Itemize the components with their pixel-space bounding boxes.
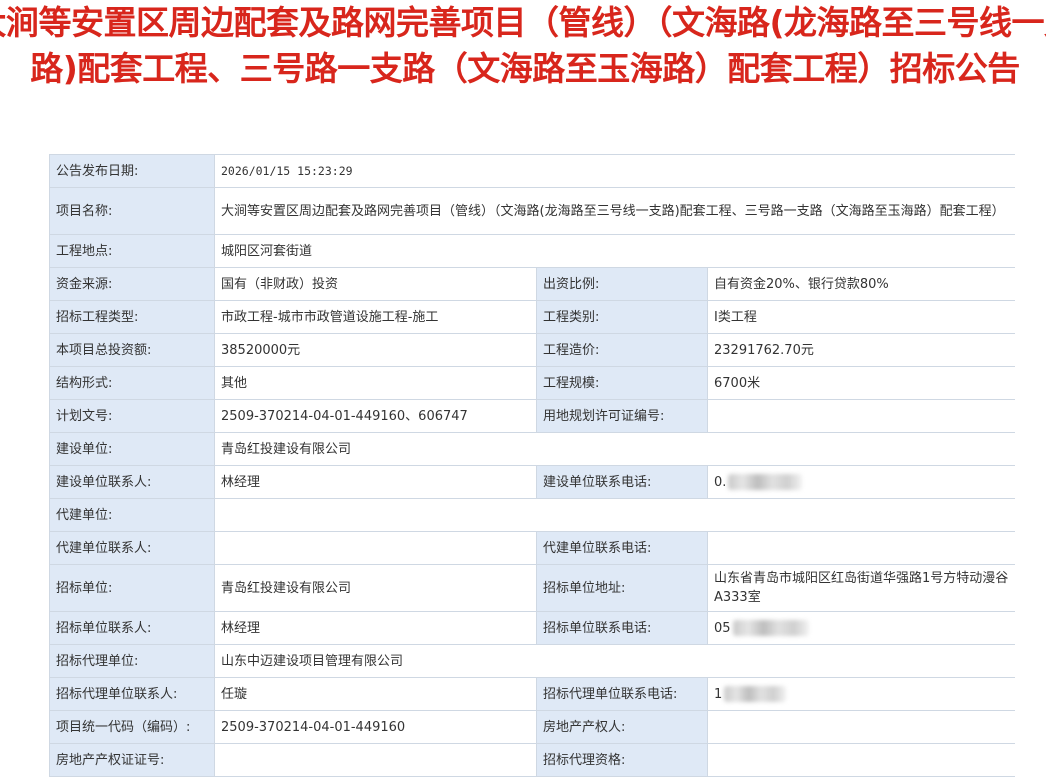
field-label: 招标代理单位: [49,644,215,678]
field-value: 05 [707,611,1015,645]
field-value: 1 [707,677,1015,711]
field-label: 项目统一代码（编码）: [49,710,215,744]
field-label: 资金来源: [49,267,215,301]
field-label: 建设单位: [49,432,215,466]
field-value: 2026/01/15 15:23:29 [214,154,1015,188]
field-value: 国有（非财政）投资 [214,267,537,301]
field-value: 2509-370214-04-01-449160 [214,710,537,744]
field-label: 代建单位: [49,498,215,532]
table-row: 公告发布日期: 2026/01/15 15:23:29 [49,154,1015,188]
redacted-phone-blur [724,686,787,702]
field-value: 城阳区河套街道 [214,234,1015,268]
field-label: 计划文号: [49,399,215,433]
field-label: 代建单位联系人: [49,531,215,565]
table-row: 计划文号: 2509-370214-04-01-449160、606747 用地规划… [49,399,1015,433]
phone-prefix: 05 [714,620,731,636]
field-label: 建设单位联系电话: [536,465,708,499]
table-row: 招标代理单位联系人: 任璇 招标代理单位联系电话: 1 [49,677,1015,711]
table-row: 结构形式: 其他 工程规模: 6700米 [49,366,1015,400]
field-value: 林经理 [214,611,537,645]
field-value [707,710,1015,744]
field-label: 项目名称: [49,187,215,235]
redacted-phone-blur [728,474,803,490]
phone-prefix: 0. [714,474,727,490]
field-value [214,743,537,777]
field-value: 大涧等安置区周边配套及路网完善项目（管线）（文海路(龙海路至三号线一支路)配套工… [214,187,1015,235]
field-label: 工程类别: [536,300,708,334]
table-row: 项目统一代码（编码）: 2509-370214-04-01-449160 房地产产权… [49,710,1015,744]
field-value: Ⅰ类工程 [707,300,1015,334]
field-label: 工程造价: [536,333,708,367]
field-value [707,399,1015,433]
notice-table: 公告发布日期: 2026/01/15 15:23:29 项目名称: 大涧等安置区周边配… [49,154,1015,777]
field-value: 2509-370214-04-01-449160、606747 [214,399,537,433]
table-row: 招标工程类型: 市政工程-城市市政管道设施工程-施工 工程类别: Ⅰ类工程 [49,300,1015,334]
field-value [214,531,537,565]
field-label: 招标代理单位联系电话: [536,677,708,711]
field-value: 山东省青岛市城阳区红岛街道华强路1号方特动漫谷A333室 [707,564,1015,612]
field-label: 招标工程类型: [49,300,215,334]
table-row: 资金来源: 国有（非财政）投资 出资比例: 自有资金20%、银行贷款80% [49,267,1015,301]
field-value: 0. [707,465,1015,499]
table-row: 招标代理单位: 山东中迈建设项目管理有限公司 [49,644,1015,678]
table-row: 招标单位: 青岛红投建设有限公司 招标单位地址: 山东省青岛市城阳区红岛街道华强路1号… [49,564,1015,612]
table-row: 代建单位: [49,498,1015,532]
field-value: 自有资金20%、银行贷款80% [707,267,1015,301]
field-label: 房地产产权人: [536,710,708,744]
field-value: 其他 [214,366,537,400]
field-label: 招标单位联系电话: [536,611,708,645]
field-label: 用地规划许可证编号: [536,399,708,433]
field-value: 23291762.70元 [707,333,1015,367]
field-label: 招标代理资格: [536,743,708,777]
field-value: 任璇 [214,677,537,711]
table-row: 工程地点: 城阳区河套街道 [49,234,1015,268]
page-title: 大涧等安置区周边配套及路网完善项目（管线）（文海路(龙海路至三号线一支路)配套工… [0,3,1046,88]
redacted-phone-blur [732,620,809,636]
field-label: 代建单位联系电话: [536,531,708,565]
field-label: 本项目总投资额: [49,333,215,367]
field-value: 38520000元 [214,333,537,367]
field-label: 公告发布日期: [49,154,215,188]
field-label: 招标代理单位联系人: [49,677,215,711]
table-row: 房地产产权证证号: 招标代理资格: [49,743,1015,777]
table-row: 代建单位联系人: 代建单位联系电话: [49,531,1015,565]
table-row: 建设单位联系人: 林经理 建设单位联系电话: 0. [49,465,1015,499]
field-label: 房地产产权证证号: [49,743,215,777]
field-label: 招标单位联系人: [49,611,215,645]
field-value [707,531,1015,565]
field-value: 市政工程-城市市政管道设施工程-施工 [214,300,537,334]
field-label: 建设单位联系人: [49,465,215,499]
table-row: 招标单位联系人: 林经理 招标单位联系电话: 05 [49,611,1015,645]
field-value: 林经理 [214,465,537,499]
field-label: 招标单位地址: [536,564,708,612]
phone-prefix: 1 [714,686,723,702]
field-value [707,743,1015,777]
table-row: 项目名称: 大涧等安置区周边配套及路网完善项目（管线）（文海路(龙海路至三号线一支… [49,187,1015,235]
field-value [214,498,1015,532]
field-label: 出资比例: [536,267,708,301]
field-value: 6700米 [707,366,1015,400]
table-row: 建设单位: 青岛红投建设有限公司 [49,432,1015,466]
field-label: 工程地点: [49,234,215,268]
field-label: 结构形式: [49,366,215,400]
field-value: 山东中迈建设项目管理有限公司 [214,644,1015,678]
field-label: 工程规模: [536,366,708,400]
notice-table-wrap: 公告发布日期: 2026/01/15 15:23:29 项目名称: 大涧等安置区周边配… [49,154,1015,784]
title-area: 大涧等安置区周边配套及路网完善项目（管线）（文海路(龙海路至三号线一支路)配套工… [0,0,1046,150]
field-value: 青岛红投建设有限公司 [214,564,537,612]
table-row: 本项目总投资额: 38520000元 工程造价: 23291762.70元 [49,333,1015,367]
field-label: 招标单位: [49,564,215,612]
field-value: 青岛红投建设有限公司 [214,432,1015,466]
